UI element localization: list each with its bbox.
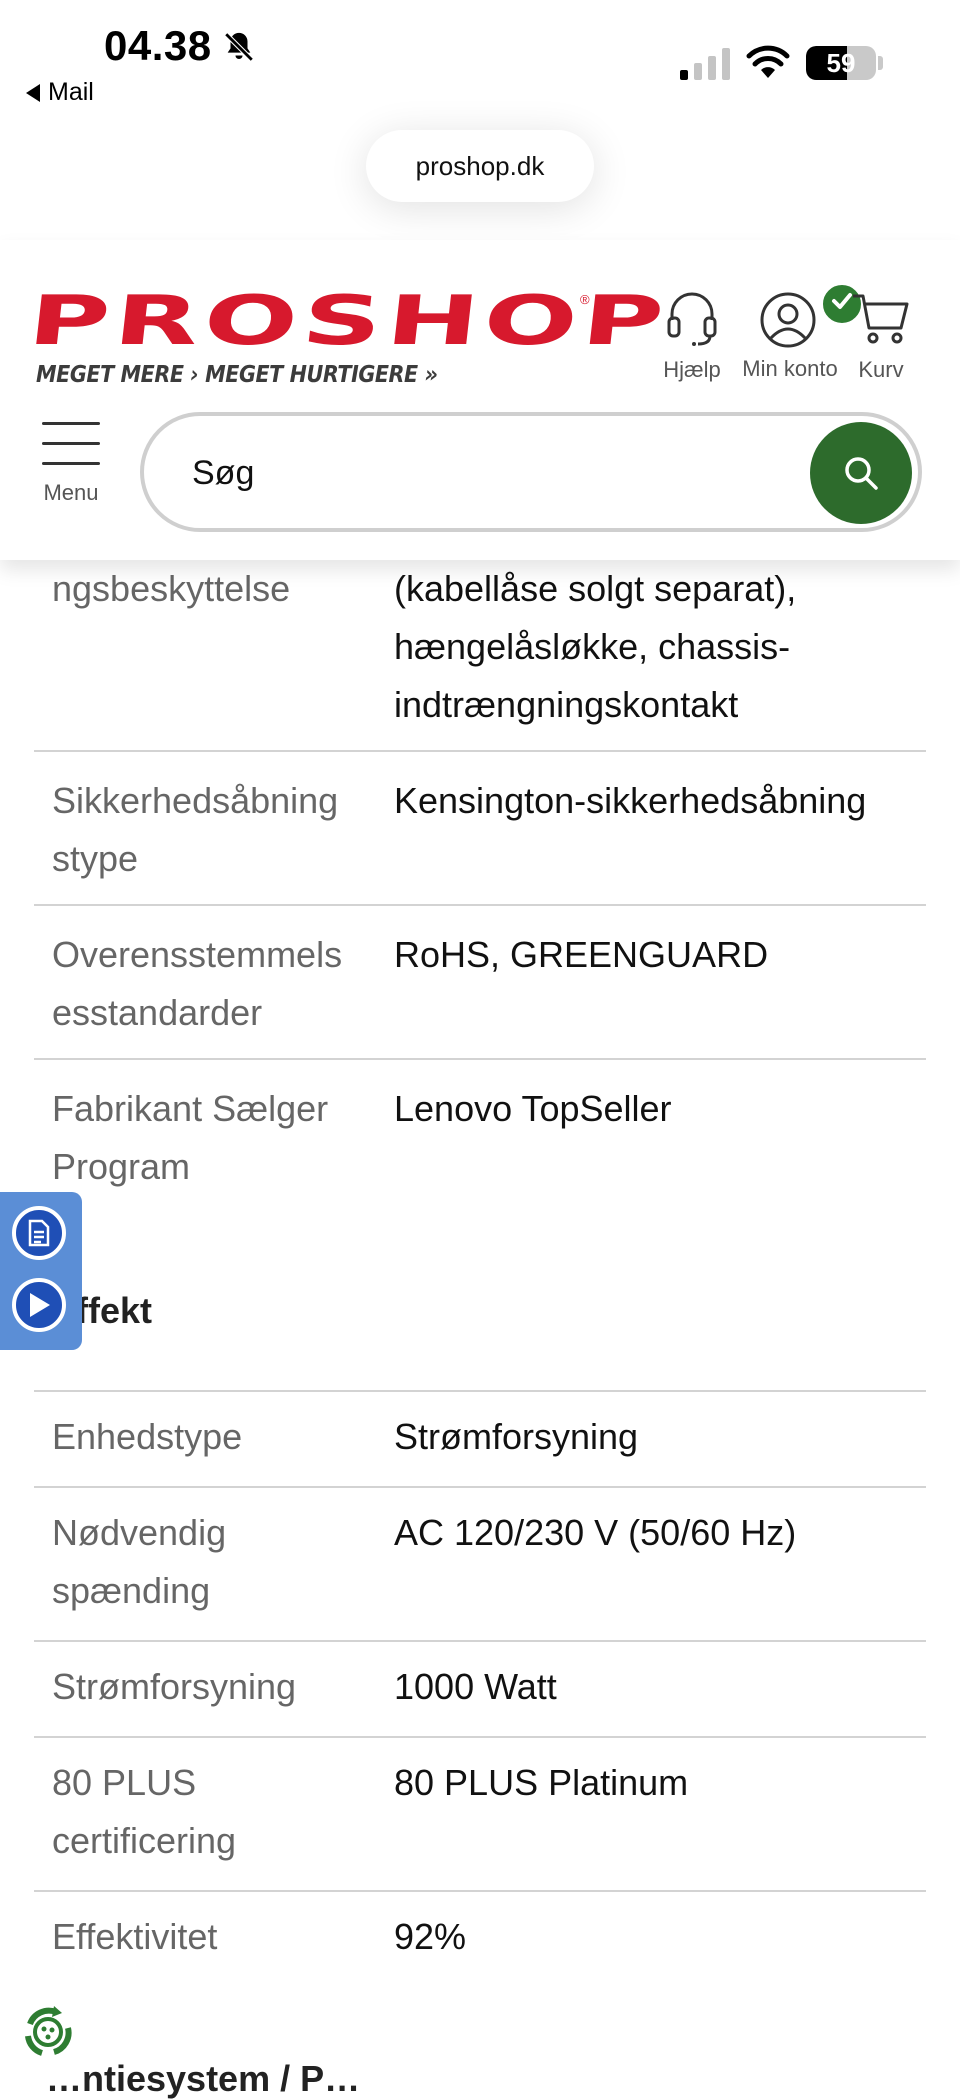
account-button[interactable]: Min konto (730, 282, 864, 382)
spec-row: Strømforsyning 1000 Watt (34, 1642, 926, 1738)
account-label: Min konto (742, 356, 838, 381)
spec-value: 92% (394, 1916, 467, 1957)
spec-key: Nødvendig spænding (52, 1512, 227, 1611)
accessibility-widget (0, 1192, 82, 1350)
spec-key: Sikkerhedsåbning stype (52, 780, 339, 879)
recycle-icon[interactable] (16, 2000, 80, 2064)
signal-icon (680, 48, 730, 80)
spec-value: RoHS, GREENGUARD (394, 934, 769, 975)
spec-table: ngsbeskyttelse (kabellåse solgt separat)… (34, 540, 926, 1988)
spec-row: 80 PLUS certificering 80 PLUS Platinum (34, 1738, 926, 1892)
spec-value: 1000 Watt (394, 1666, 557, 1707)
status-bar: 04.38 Mail 59 (0, 0, 960, 120)
menu-button[interactable]: Menu (36, 422, 106, 506)
site-header: PROSHOP ® MEGET MERE › MEGET HURTIGERE »… (0, 240, 960, 560)
logo-wordmark: PROSHOP (24, 282, 673, 361)
battery-percent: 59 (826, 48, 856, 78)
cart-button[interactable]: Kurv (846, 288, 916, 383)
spec-value: 80 PLUS Platinum (394, 1762, 689, 1803)
spec-key: Effektivitet (52, 1916, 218, 1957)
user-icon (760, 292, 816, 348)
cart-label: Kurv (858, 357, 904, 382)
bell-slash-icon (224, 32, 254, 62)
spec-value: Kensington-sikkerhedsåbning (394, 780, 867, 821)
play-button[interactable] (12, 1278, 66, 1332)
next-section-title: …ntiesystem / P… (46, 2058, 361, 2099)
spec-row: Fabrikant Sælger Program Lenovo TopSelle… (34, 1060, 926, 1390)
spec-value: AC 120/230 V (50/60 Hz) (394, 1512, 797, 1553)
back-app-label: Mail (48, 78, 94, 106)
status-time: 04.38 (104, 22, 212, 69)
hamburger-icon (36, 422, 106, 465)
spec-value: Lenovo TopSeller (394, 1088, 672, 1129)
spec-row: ngsbeskyttelse (kabellåse solgt separat)… (34, 540, 926, 752)
headset-icon (667, 292, 717, 346)
spec-row: Nødvendig spænding AC 120/230 V (50/60 H… (34, 1488, 926, 1642)
menu-label: Menu (43, 480, 99, 505)
back-to-mail-button[interactable]: Mail (26, 78, 94, 107)
spec-row: Overensstemmels esstandarder RoHS, GREEN… (34, 906, 926, 1060)
logo-tagline: MEGET MERE › MEGET HURTIGERE » (36, 362, 438, 388)
search-bar (140, 412, 922, 532)
search-input[interactable] (190, 436, 754, 510)
spec-key: Enhedstype (52, 1416, 243, 1457)
url-text: proshop.dk (415, 150, 545, 181)
cart-icon (853, 294, 909, 344)
document-icon (28, 1219, 50, 1247)
registered-mark: ® (580, 292, 590, 307)
search-icon (845, 457, 878, 490)
spec-row: Enhedstype Strømforsyning (34, 1392, 926, 1488)
spec-value: Strømforsyning (394, 1416, 639, 1457)
url-bar[interactable]: proshop.dk (366, 130, 594, 202)
spec-key: 80 PLUS certificering (52, 1762, 237, 1861)
battery-icon: 59 (806, 46, 876, 80)
search-button[interactable] (810, 422, 912, 524)
spec-value: (kabellåse solgt separat), hængelåsløkke… (394, 568, 797, 725)
help-label: Hjælp (663, 357, 721, 382)
wifi-icon (746, 45, 790, 78)
spec-key: ngsbeskyttelse (52, 568, 291, 609)
spec-key: Fabrikant Sælger Program (52, 1088, 329, 1187)
battery-nub (878, 56, 883, 70)
spec-key: Strømforsyning (52, 1666, 297, 1707)
spec-key: Overensstemmels esstandarder (52, 934, 343, 1033)
proshop-logo[interactable]: PROSHOP ® MEGET MERE › MEGET HURTIGERE » (24, 282, 672, 388)
document-button[interactable] (12, 1206, 66, 1260)
help-button[interactable]: Hjælp (658, 288, 726, 383)
spec-row: Effektivitet 92% (34, 1892, 926, 1988)
spec-row: Sikkerhedsåbning stype Kensington-sikker… (34, 752, 926, 906)
back-arrow-icon (26, 83, 40, 102)
play-icon (30, 1293, 50, 1317)
